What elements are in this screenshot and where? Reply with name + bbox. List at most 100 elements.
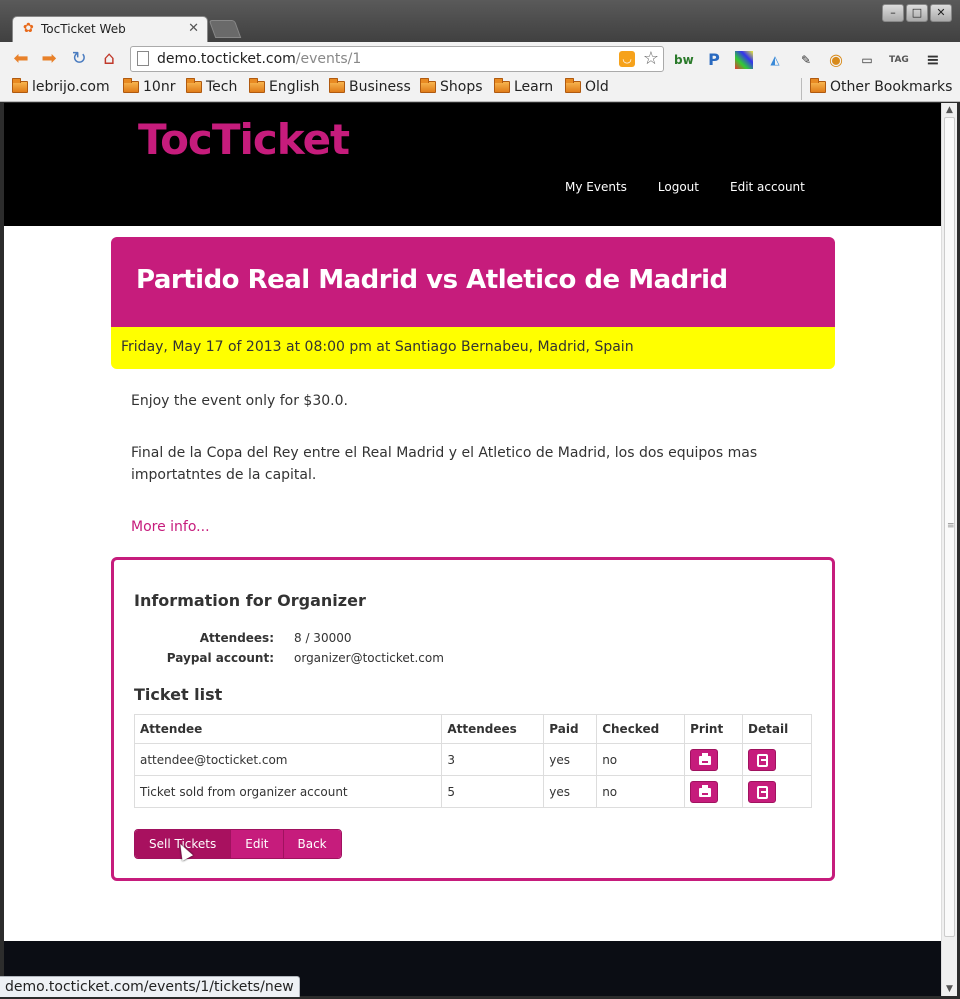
event-title: Partido Real Madrid vs Atletico de Madri… — [136, 265, 728, 295]
bw-extension-icon[interactable]: bw — [674, 51, 694, 69]
extension-badge-icon[interactable]: ◡ — [619, 51, 635, 67]
edit-button[interactable]: Edit — [231, 830, 284, 858]
reload-icon[interactable]: ↻ — [68, 48, 90, 70]
column-header: Attendee — [133, 714, 443, 744]
ticket-list-heading: Ticket list — [134, 685, 223, 704]
organizer-heading: Information for Organizer — [134, 591, 366, 610]
site-logo[interactable]: TocTicket — [138, 115, 350, 164]
paypal-value: organizer@tocticket.com — [294, 651, 444, 665]
cell-attendees: 3 — [441, 743, 545, 776]
paypal-label: Paypal account: — [166, 651, 274, 665]
bookmark-folder[interactable]: Learn — [494, 78, 553, 95]
bookmarks-bar: lebrijo.com 10nr Tech English Business S… — [0, 76, 960, 102]
print-button[interactable] — [690, 780, 719, 803]
folder-icon — [12, 78, 28, 93]
scroll-up-icon[interactable]: ▲ — [946, 105, 953, 115]
event-description: Final de la Copa del Rey entre el Real M… — [131, 445, 758, 483]
folder-icon — [329, 78, 345, 93]
print-button[interactable] — [690, 748, 719, 771]
folder-icon — [565, 78, 581, 93]
colorzilla-icon[interactable] — [735, 51, 753, 69]
new-tab-button[interactable] — [208, 20, 242, 38]
bookmarks-separator — [801, 78, 802, 100]
status-bubble: demo.tocticket.com/events/1/tickets/new — [0, 976, 300, 997]
printer-icon — [699, 784, 712, 797]
bookmark-folder[interactable]: lebrijo.com — [12, 78, 110, 95]
bookmark-folder[interactable]: Tech — [186, 78, 237, 95]
printer-icon — [699, 752, 712, 765]
cell-attendee: attendee@tocticket.com — [133, 743, 443, 776]
browser-titlebar: ✿ TocTicket Web ✕ – □ ✕ — [0, 0, 960, 43]
folder-icon — [123, 78, 139, 93]
column-header: Checked — [596, 714, 686, 744]
detail-icon — [757, 753, 769, 767]
tab-title: TocTicket Web — [41, 22, 126, 36]
eyedropper-icon[interactable]: ✎ — [797, 51, 815, 69]
folder-icon — [494, 78, 510, 93]
maximize-icon[interactable]: □ — [906, 4, 928, 22]
close-window-icon[interactable]: ✕ — [930, 4, 952, 22]
nav-logout[interactable]: Logout — [658, 180, 699, 194]
attendees-value: 8 / 30000 — [294, 631, 352, 645]
nav-my-events[interactable]: My Events — [565, 180, 627, 194]
window-controls: – □ ✕ — [882, 4, 952, 22]
page-viewport: TocTicket My Events Logout Edit account … — [4, 103, 941, 996]
event-header: Partido Real Madrid vs Atletico de Madri… — [111, 237, 835, 369]
address-url: demo.tocticket.com/events/1 — [157, 51, 362, 67]
back-arrow-icon[interactable]: ⬅ — [10, 48, 32, 70]
page-scrollbar[interactable]: ▲ ≡ ▼ — [941, 103, 957, 996]
cell-print — [684, 775, 744, 808]
nav-edit-account[interactable]: Edit account — [730, 180, 805, 194]
organizer-details: Attendees: 8 / 30000 Paypal account: org… — [134, 628, 444, 668]
column-header: Attendees — [441, 714, 545, 744]
other-bookmarks[interactable]: Other Bookmarks — [810, 78, 952, 95]
bookmark-folder[interactable]: Business — [329, 78, 411, 95]
ruler-extension-icon[interactable]: ◭ — [766, 51, 784, 69]
scroll-down-icon[interactable]: ▼ — [946, 984, 953, 994]
p-extension-icon[interactable]: P — [705, 51, 723, 69]
detail-icon — [757, 785, 769, 799]
back-button[interactable]: Back — [283, 830, 341, 858]
bookmark-folder[interactable]: English — [249, 78, 320, 95]
cell-detail — [742, 743, 812, 776]
tocticket-favicon-icon: ✿ — [23, 21, 34, 36]
menu-icon[interactable]: ≡ — [924, 51, 942, 69]
address-bar[interactable]: demo.tocticket.com/events/1 ◡ ☆ — [130, 46, 664, 72]
tag-extension-icon[interactable]: TAG — [889, 51, 909, 69]
detail-button[interactable] — [748, 780, 777, 803]
browser-toolbar: ⬅ ➡ ↻ ⌂ demo.tocticket.com/events/1 ◡ ☆ … — [0, 42, 960, 76]
cell-paid: yes — [543, 743, 598, 776]
home-icon[interactable]: ⌂ — [98, 48, 120, 70]
attendees-label: Attendees: — [199, 631, 274, 645]
table-row: attendee@tocticket.com 3 yes no — [133, 743, 812, 776]
more-info-link[interactable]: More info... — [131, 516, 210, 538]
bookmark-folder[interactable]: 10nr — [123, 78, 175, 95]
color-wheel-icon[interactable]: ◉ — [827, 51, 845, 69]
forward-arrow-icon[interactable]: ➡ — [38, 48, 60, 70]
detail-button[interactable] — [748, 748, 777, 771]
browser-tab[interactable]: ✿ TocTicket Web ✕ — [12, 16, 208, 43]
cell-detail — [742, 775, 812, 808]
event-title-bar: Partido Real Madrid vs Atletico de Madri… — [111, 237, 835, 327]
minimize-icon[interactable]: – — [882, 4, 904, 22]
folder-icon — [249, 78, 265, 93]
tab-close-icon[interactable]: ✕ — [188, 21, 199, 36]
column-header: Paid — [543, 714, 598, 744]
folder-icon — [420, 78, 436, 93]
organizer-panel: Information for Organizer Attendees: 8 /… — [111, 557, 835, 881]
bookmark-star-icon[interactable]: ☆ — [643, 48, 659, 69]
measure-icon[interactable]: ▭ — [858, 51, 876, 69]
bookmark-folder[interactable]: Shops — [420, 78, 483, 95]
cell-attendees: 5 — [441, 775, 545, 808]
cell-print — [684, 743, 744, 776]
column-header: Print — [684, 714, 744, 744]
site-nav: My Events Logout Edit account — [565, 180, 805, 194]
bookmark-folder[interactable]: Old — [565, 78, 609, 95]
site-header: TocTicket My Events Logout Edit account — [4, 103, 941, 226]
table-row: Ticket sold from organizer account 5 yes… — [133, 775, 812, 808]
table-header-row: Attendee Attendees Paid Checked Print De… — [133, 714, 812, 744]
page-icon — [137, 51, 149, 66]
ticket-table: Attendee Attendees Paid Checked Print De… — [133, 714, 812, 808]
column-header: Detail — [742, 714, 812, 744]
event-price: Enjoy the event only for $30.0. — [131, 393, 348, 409]
